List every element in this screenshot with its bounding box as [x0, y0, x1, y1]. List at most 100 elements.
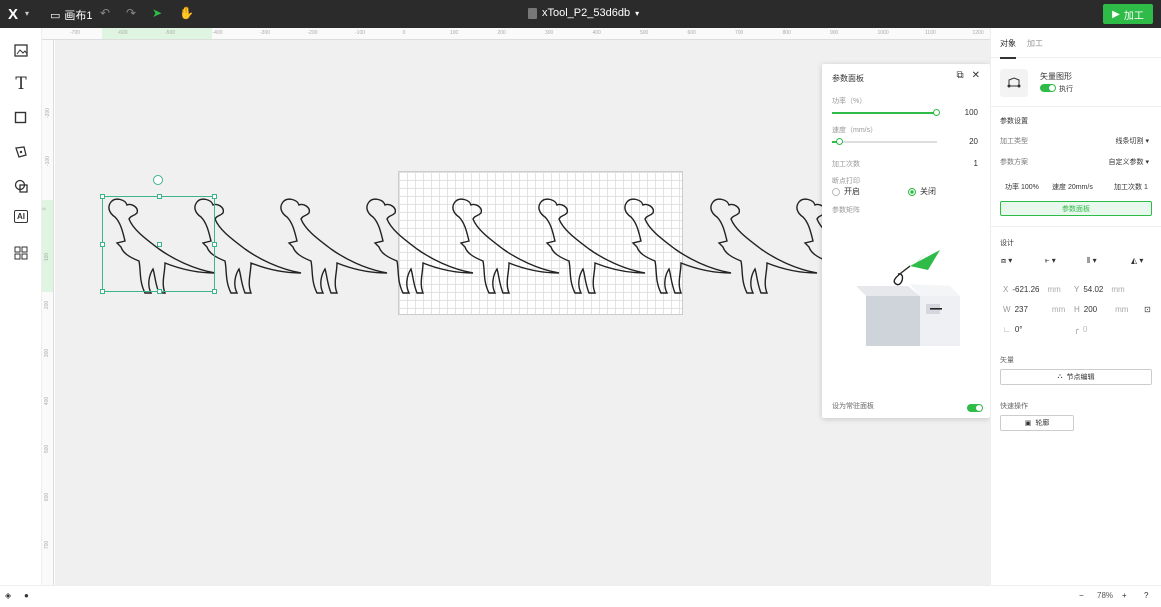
- passes-value[interactable]: 1: [974, 159, 978, 168]
- node-edit-button[interactable]: ⛬ 节点编辑: [1000, 369, 1152, 385]
- resize-handle[interactable]: [100, 194, 105, 199]
- radio-on-label: 开启: [844, 187, 860, 196]
- w-field[interactable]: W 237 mm: [1003, 305, 1065, 314]
- corner-field[interactable]: ╭ 0: [1074, 325, 1087, 334]
- resize-handle[interactable]: [212, 289, 217, 294]
- h-label: H: [1074, 305, 1080, 314]
- outline-button[interactable]: ▣ 轮廓: [1000, 415, 1074, 431]
- h-value[interactable]: 200: [1084, 305, 1097, 314]
- ruler-tick-label: 600: [44, 492, 51, 502]
- resize-handle[interactable]: [157, 194, 162, 199]
- record-icon[interactable]: ●: [24, 591, 29, 600]
- resize-handle[interactable]: [212, 194, 217, 199]
- image-tool-icon[interactable]: [12, 41, 30, 59]
- process-button[interactable]: ▶ 加工: [1103, 4, 1153, 24]
- x-value[interactable]: -621.26: [1012, 285, 1039, 294]
- left-toolbar: T AI: [0, 28, 42, 585]
- ruler-tick-label: -100: [355, 30, 366, 36]
- help-icon[interactable]: ?: [1144, 591, 1148, 600]
- set-default-toggle[interactable]: [967, 404, 983, 412]
- x-unit: mm: [1047, 285, 1061, 294]
- h-unit: mm: [1115, 305, 1129, 314]
- power-slider-knob[interactable]: [933, 109, 940, 116]
- ruler-tick-label: 1200: [972, 30, 984, 36]
- selection-box[interactable]: [100, 194, 217, 294]
- scheme-row[interactable]: 参数方案 自定义参数 ▾: [1000, 157, 1149, 167]
- align-left-icon[interactable]: ⫦ ▾: [1045, 256, 1056, 266]
- apps-grid-icon[interactable]: [12, 244, 30, 262]
- ruler-tick-label: 100: [450, 30, 459, 36]
- w-value[interactable]: 237: [1015, 305, 1028, 314]
- radio-off-label: 关闭: [920, 187, 936, 196]
- angle-value[interactable]: 0°: [1015, 325, 1023, 334]
- tab-process[interactable]: 加工: [1027, 38, 1043, 49]
- zoom-in-icon[interactable]: +: [1122, 591, 1127, 600]
- resize-handle[interactable]: [157, 289, 162, 294]
- speed-value[interactable]: 20: [969, 137, 978, 146]
- boolean-shapes-icon[interactable]: [12, 177, 30, 195]
- process-type-select[interactable]: 线条切割 ▾: [1116, 136, 1149, 146]
- tab-object[interactable]: 对象: [1000, 38, 1016, 59]
- distribute-icon[interactable]: ⫴ ▾: [1087, 256, 1097, 266]
- shape-tool-icon[interactable]: [12, 109, 30, 127]
- y-field[interactable]: Y 54.02 mm: [1074, 285, 1125, 294]
- canvas-tab[interactable]: ▭ 画布1: [50, 7, 93, 23]
- w-label: W: [1003, 305, 1011, 314]
- speed-slider[interactable]: [832, 138, 937, 145]
- power-value[interactable]: 100: [965, 108, 978, 117]
- outline-icon: ▣: [1024, 420, 1032, 427]
- set-default-label: 设为常驻面板: [832, 403, 874, 410]
- chevron-down-icon[interactable]: ▾: [25, 9, 29, 18]
- file-title[interactable]: xTool_P2_53d6db ▾: [528, 7, 639, 19]
- process-type-row[interactable]: 加工类型 线条切割 ▾: [1000, 136, 1149, 146]
- process-type-value: 线条切割: [1115, 138, 1144, 145]
- ai-tool-icon[interactable]: AI: [14, 210, 28, 223]
- rotate-handle[interactable]: [153, 175, 163, 185]
- h-field[interactable]: H 200 mm: [1074, 305, 1128, 314]
- matrix-label[interactable]: 参数矩阵: [832, 205, 860, 215]
- power-slider[interactable]: [832, 109, 940, 116]
- redo-icon[interactable]: ↷: [126, 6, 136, 20]
- resize-handle[interactable]: [100, 242, 105, 247]
- close-icon[interactable]: ✕: [972, 70, 980, 81]
- param-panel-button[interactable]: 参数面板: [1000, 201, 1152, 216]
- angle-field[interactable]: ∟ 0°: [1003, 325, 1023, 334]
- radio-off[interactable]: 关闭: [908, 186, 936, 197]
- select-pointer-icon[interactable]: ➤: [152, 6, 162, 20]
- vector-section-title: 矢量: [1000, 357, 1014, 364]
- text-tool-icon[interactable]: T: [12, 74, 30, 94]
- dock-icon[interactable]: ⧉: [956, 70, 963, 81]
- align-objects-icon[interactable]: ⧈ ▾: [1001, 256, 1012, 266]
- execute-toggle[interactable]: [1040, 84, 1056, 92]
- scheme-select[interactable]: 自定义参数 ▾: [1109, 157, 1149, 167]
- ruler-highlight: [42, 200, 53, 292]
- resize-handle[interactable]: [100, 289, 105, 294]
- ruler-tick-label: 300: [545, 30, 554, 36]
- horizontal-ruler: -700 -600 -500 -400 -300 -200 -100 0 100 200 300 40…: [42, 28, 990, 40]
- zoom-level[interactable]: 78%: [1097, 591, 1113, 600]
- ruler-tick-label: -200: [307, 30, 318, 36]
- zoom-out-icon[interactable]: −: [1079, 591, 1084, 600]
- design-section-title: 设计: [1000, 240, 1014, 247]
- y-value[interactable]: 54.02: [1083, 285, 1103, 294]
- lock-ratio-icon[interactable]: ⊡: [1144, 305, 1151, 314]
- ruler-tick-label: 600: [687, 30, 696, 36]
- angle-icon: ∟: [1003, 325, 1011, 334]
- hand-pan-icon[interactable]: ✋: [179, 6, 194, 20]
- quick-section-title: 快速操作: [1000, 403, 1028, 410]
- app-logo[interactable]: X: [8, 6, 18, 23]
- ruler-tick-label: 800: [782, 30, 791, 36]
- pen-tool-icon[interactable]: [12, 143, 30, 161]
- outline-label: 轮廓: [1035, 420, 1050, 427]
- flip-icon[interactable]: ◭ ▾: [1131, 256, 1143, 265]
- corner-value[interactable]: 0: [1083, 325, 1087, 334]
- undo-icon[interactable]: ↶: [100, 6, 110, 20]
- radio-on[interactable]: 开启: [832, 186, 860, 197]
- resize-handle[interactable]: [212, 242, 217, 247]
- x-field[interactable]: X -621.26 mm: [1003, 285, 1061, 294]
- layers-icon[interactable]: ◈: [5, 591, 11, 600]
- center-handle[interactable]: [157, 242, 162, 247]
- w-unit: mm: [1051, 305, 1066, 314]
- speed-slider-knob[interactable]: [836, 138, 844, 145]
- vertical-ruler: -200 -100 0 100 200 300 400 500 600 700: [42, 40, 54, 585]
